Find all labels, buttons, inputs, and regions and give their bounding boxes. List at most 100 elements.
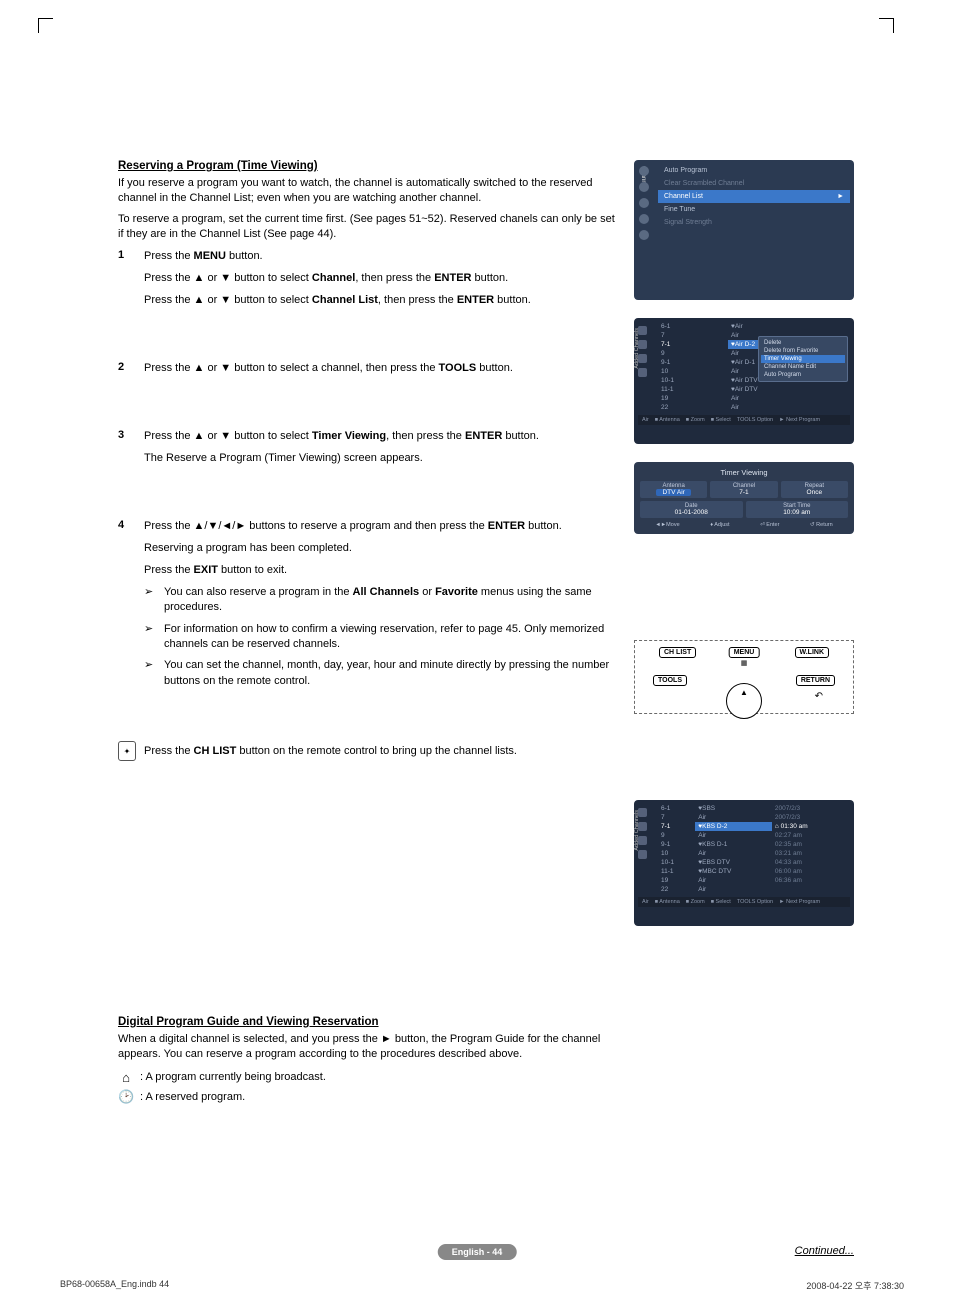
timer-hint: ♦ Adjust <box>710 522 729 528</box>
remote-tools-button[interactable]: TOOLS <box>653 675 687 686</box>
step-line: Reserving a program has been completed. <box>144 541 618 557</box>
page-number-badge: English - 44 <box>438 1244 517 1260</box>
step-body: Press the ▲ or ▼ button to select Timer … <box>144 429 539 473</box>
footerbar-item: TOOLS Option <box>737 899 773 905</box>
menu-row: Clear Scrambled Channel <box>658 177 850 190</box>
step-line: Press the ▲ or ▼ button to select Channe… <box>144 293 531 309</box>
legend-icon: ⌂ <box>118 1070 134 1085</box>
remote-return-button[interactable]: RETURN <box>796 675 835 686</box>
menu-row: Channel List► <box>658 190 850 203</box>
popover-item: Auto Program <box>761 371 845 379</box>
timer-title: Timer Viewing <box>640 468 848 477</box>
section2-intro: When a digital channel is selected, and … <box>118 1032 618 1062</box>
footerbar-item: ► Next Program <box>779 417 820 423</box>
timer-cell: Channel7-1 <box>710 481 777 498</box>
guide-footerbar: Air■ Antenna■ Zoom■ SelectTOOLS Option► … <box>638 897 850 907</box>
footerbar-item: TOOLS Option <box>737 417 773 423</box>
step-line: Press the MENU button. <box>144 249 531 265</box>
section1-intro2: To reserve a program, set the current ti… <box>118 212 618 242</box>
step-item: 4Press the ▲/▼/◄/► buttons to reserve a … <box>118 519 618 695</box>
crop-mark-tl <box>38 18 53 33</box>
osd-channel-list: Added Channels 6-1♥Air7Air7-1♥Air D-29Ai… <box>634 318 854 444</box>
menu-row: Fine Tune <box>658 203 850 216</box>
step-number: 3 <box>118 429 144 473</box>
guide-row: 10Air03:21 am <box>658 849 848 858</box>
guide-row: 9Air02:27 am <box>658 831 848 840</box>
guide-row: 7Air2007/2/3 <box>658 813 848 822</box>
step-line: Press the ▲ or ▼ button to select Channe… <box>144 271 531 287</box>
popover-item: Channel Name Edit <box>761 363 845 371</box>
menu-icon <box>639 214 649 224</box>
guide-row: 6-1♥SBS2007/2/3 <box>658 804 848 813</box>
popover-item: Delete <box>761 339 845 347</box>
guide-row: 11-1♥MBC DTV06:00 am <box>658 867 848 876</box>
return-arrow-icon: ↶ <box>815 691 823 702</box>
menu-iconcol <box>636 166 652 240</box>
legend-icon: 🕑 <box>118 1089 134 1105</box>
footerbar-item: ■ Antenna <box>655 417 680 423</box>
remote-icon: ✦ <box>118 741 136 761</box>
osd-timer-viewing: Timer Viewing AntennaDTV AirChannel7-1Re… <box>634 462 854 534</box>
step-number: 1 <box>118 249 144 315</box>
guide-row: 10-1♥EBS DTV04:33 am <box>658 858 848 867</box>
remote-tip: ✦ Press the CH LIST button on the remote… <box>118 741 618 761</box>
footerbar-item: ► Next Program <box>779 899 820 905</box>
footerbar-item: ■ Zoom <box>686 899 705 905</box>
channel-row: 11-1♥Air DTV <box>658 385 848 394</box>
menu-row: Auto Program <box>658 164 850 177</box>
chlist-footerbar: Air■ Antenna■ Zoom■ SelectTOOLS Option► … <box>638 415 850 425</box>
footer-filename: BP68-00658A_Eng.indb 44 <box>60 1279 169 1292</box>
section2-title: Digital Program Guide and Viewing Reserv… <box>118 1016 618 1028</box>
step-number: 2 <box>118 361 144 383</box>
remote-menu-button[interactable]: MENU <box>729 647 760 658</box>
channel-row: 6-1♥Air <box>658 322 848 331</box>
legend-item: ⌂ : A program currently being broadcast. <box>118 1070 618 1085</box>
section1-intro1: If you reserve a program you want to wat… <box>118 176 618 206</box>
legend-text: : A program currently being broadcast. <box>140 1071 326 1083</box>
menu-icon <box>639 198 649 208</box>
remote-wlink-button[interactable]: W.LINK <box>795 647 830 658</box>
step-number: 4 <box>118 519 144 695</box>
footerbar-item: Air <box>642 899 649 905</box>
legend-text: : A reserved program. <box>140 1091 245 1103</box>
step-line: Press the ▲ or ▼ button to select Timer … <box>144 429 539 445</box>
footerbar-item: ■ Select <box>711 899 731 905</box>
legend-item: 🕑 : A reserved program. <box>118 1089 618 1105</box>
menu-icon <box>639 182 649 192</box>
footerbar-item: Air <box>642 417 649 423</box>
step-item: 1Press the MENU button. Press the ▲ or ▼ … <box>118 249 618 315</box>
guide-row: 9-1♥KBS D-102:35 am <box>658 840 848 849</box>
menu-row: Signal Strength <box>658 216 850 229</box>
remote-control-diagram: CH LIST MENU W.LINK TOOLS RETURN ▲ ↶ ▦ <box>634 640 854 714</box>
step-line: Press the ▲/▼/◄/► buttons to reserve a p… <box>144 519 618 535</box>
popover-item: Delete from Favorite <box>761 347 845 355</box>
footerbar-item: ■ Zoom <box>686 417 705 423</box>
section1-title: Reserving a Program (Time Viewing) <box>118 160 618 172</box>
step-body: Press the MENU button. Press the ▲ or ▼ b… <box>144 249 531 315</box>
timer-hint: ◄►Move <box>655 522 679 528</box>
osd-program-guide: Added Channels 6-1♥SBS2007/2/37Air2007/2… <box>634 800 854 926</box>
step-notes: You can also reserve a program in the Al… <box>144 585 618 689</box>
note-item: For information on how to confirm a view… <box>144 622 618 653</box>
timer-hint: ⏎ Enter <box>760 522 779 528</box>
step-body: Press the ▲/▼/◄/► buttons to reserve a p… <box>144 519 618 695</box>
timer-cell: Start Time10:09 am <box>746 501 849 518</box>
guide-row: 19Air06:36 am <box>658 876 848 885</box>
channel-row: 19Air <box>658 394 848 403</box>
guide-row: 7-1♥KBS D-2⌂ 01:30 am <box>658 822 848 831</box>
step-line: Press the ▲ or ▼ button to select a chan… <box>144 361 513 377</box>
note-item: You can set the channel, month, day, yea… <box>144 658 618 689</box>
legend: ⌂ : A program currently being broadcast. 🕑… <box>118 1070 618 1105</box>
tools-popover: DeleteDelete from FavoriteTimer ViewingC… <box>758 336 848 382</box>
footer-timestamp: 2008-04-22 오후 7:38:30 <box>806 1279 904 1292</box>
guide-row: 22Air <box>658 885 848 894</box>
dpad-up-icon: ▲ <box>740 688 748 697</box>
crop-mark-tr <box>879 18 894 33</box>
channel-row: 22Air <box>658 403 848 412</box>
timer-hint: ↺ Return <box>810 522 833 528</box>
note-item: You can also reserve a program in the Al… <box>144 585 618 616</box>
popover-item: Timer Viewing <box>761 355 845 363</box>
menu-icon <box>639 230 649 240</box>
remote-chlist-button[interactable]: CH LIST <box>659 647 696 658</box>
step-body: Press the ▲ or ▼ button to select a chan… <box>144 361 513 383</box>
